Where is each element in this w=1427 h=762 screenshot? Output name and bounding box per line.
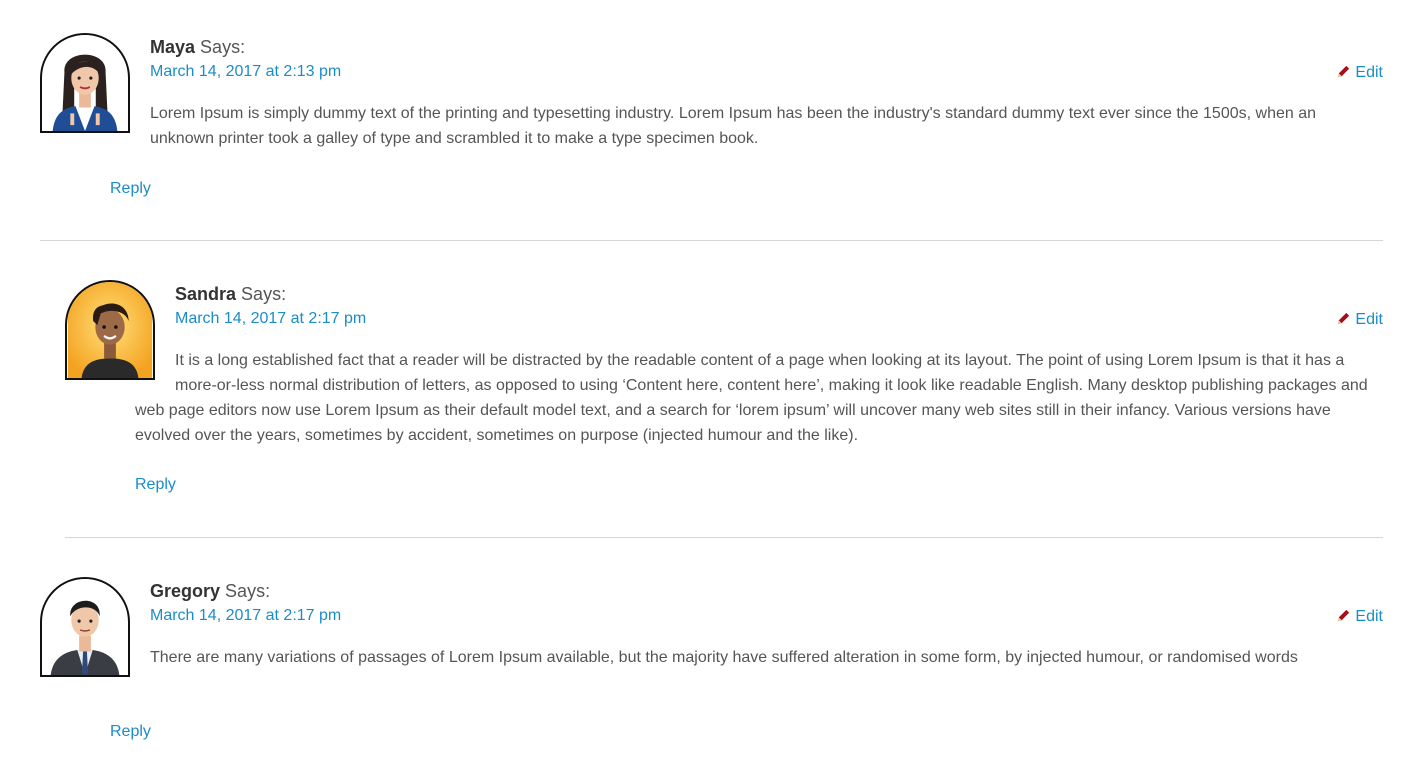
edit-link[interactable]: Edit: [1336, 63, 1383, 83]
comment-divider: [65, 537, 1383, 538]
comment-date-link[interactable]: March 14, 2017 at 2:17 pm: [150, 606, 341, 626]
comment-divider: [40, 240, 1383, 241]
text-indent-spacer: [135, 348, 175, 398]
says-label: Says:: [241, 284, 287, 304]
comment-author-line: Sandra Says:: [175, 283, 286, 305]
gregory-avatar-icon: [40, 577, 130, 677]
says-label: Says:: [200, 37, 246, 57]
pencil-icon: [1336, 608, 1351, 623]
comment-gregory: Gregory Says: March 14, 2017 at 2:17 pm …: [40, 577, 1383, 757]
edit-label: Edit: [1355, 311, 1383, 328]
reply-link[interactable]: Reply: [110, 722, 151, 742]
pencil-icon: [1336, 311, 1351, 326]
edit-link[interactable]: Edit: [1336, 310, 1383, 330]
comment-sandra: Sandra Says: March 14, 2017 at 2:17 pm E…: [65, 280, 1383, 510]
maya-avatar-icon: [40, 33, 130, 133]
edit-label: Edit: [1355, 64, 1383, 81]
edit-label: Edit: [1355, 608, 1383, 625]
author-name: Sandra: [175, 284, 237, 304]
comment-text: It is a long established fact that a rea…: [135, 352, 1368, 444]
comment-text-wrapper: It is a long established fact that a rea…: [135, 348, 1383, 448]
comment-date-link[interactable]: March 14, 2017 at 2:13 pm: [150, 62, 341, 82]
author-name: Gregory: [150, 581, 221, 601]
reply-link[interactable]: Reply: [135, 475, 176, 495]
pencil-icon: [1336, 64, 1351, 79]
comment-author-line: Maya Says:: [150, 36, 245, 58]
says-label: Says:: [225, 581, 271, 601]
reply-link[interactable]: Reply: [110, 179, 151, 199]
author-name: Maya: [150, 37, 196, 57]
comment-text: There are many variations of passages of…: [150, 649, 1298, 666]
comment-text: Lorem Ipsum is simply dummy text of the …: [150, 105, 1316, 147]
comment-author-line: Gregory Says:: [150, 580, 270, 602]
edit-link[interactable]: Edit: [1336, 607, 1383, 627]
comment-date-link[interactable]: March 14, 2017 at 2:17 pm: [175, 309, 366, 329]
comment-maya: Maya Says: March 14, 2017 at 2:13 pm Edi…: [40, 33, 1383, 213]
